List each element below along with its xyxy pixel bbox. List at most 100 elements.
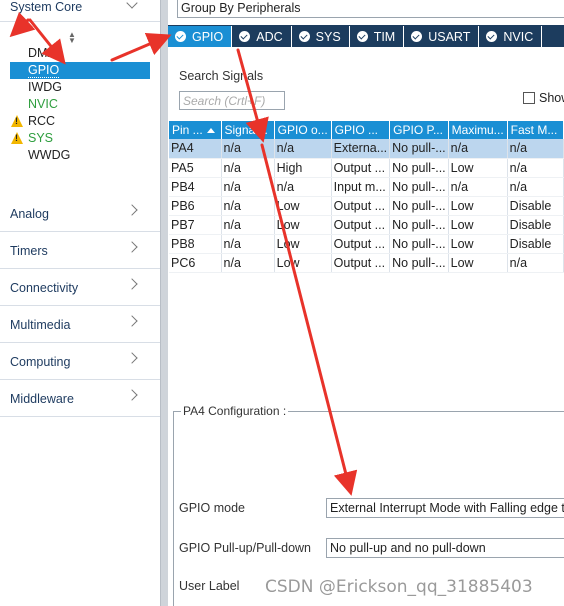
tab-label: SYS — [315, 29, 341, 44]
table-header-row: Pin ... Signal... GPIO o... GPIO ... GPI… — [169, 121, 564, 139]
table-cell: Low — [274, 215, 332, 235]
sidebar-item-label: NVIC — [28, 97, 58, 111]
column-header-gpio-output[interactable]: GPIO o... — [274, 121, 332, 139]
tab-sys[interactable]: SYS — [292, 26, 350, 47]
chevron-right-icon — [126, 315, 138, 327]
category-label: Connectivity — [10, 280, 79, 295]
chevron-right-icon — [126, 389, 138, 401]
table-cell: n/a — [507, 158, 564, 178]
table-cell: n/a — [507, 139, 564, 159]
category-computing[interactable]: Computing — [0, 344, 160, 380]
table-cell: n/a — [221, 196, 275, 216]
gpio-pull-dropdown[interactable]: No pull-up and no pull-down — [326, 538, 564, 558]
tab-label: ADC — [256, 29, 283, 44]
column-header-gpio-mode[interactable]: GPIO ... — [331, 121, 391, 139]
sidebar-item-wwdg[interactable]: WWDG — [10, 147, 150, 164]
tab-nvic[interactable]: NVIC — [479, 26, 543, 47]
table-cell: PB7 — [169, 215, 222, 235]
tab-adc[interactable]: ADC — [232, 26, 292, 47]
table-cell: Output ... — [331, 196, 391, 216]
table-cell: Output ... — [331, 158, 391, 178]
table-cell: PB6 — [169, 196, 222, 216]
category-analog[interactable]: Analog — [0, 196, 160, 232]
table-row[interactable]: PC6 n/a Low Output ... No pull-... Low n/a — [169, 253, 564, 273]
category-label: Analog — [10, 206, 49, 221]
category-multimedia[interactable]: Multimedia — [0, 307, 160, 343]
table-cell: No pull-... — [389, 139, 449, 159]
peripheral-tabbar: GPIO ADC SYS TIM USART NVIC — [168, 25, 564, 47]
gpio-mode-label: GPIO mode — [179, 501, 245, 515]
table-cell: No pull-... — [389, 177, 449, 197]
table-cell: Disable — [507, 196, 564, 216]
table-cell: Input m... — [331, 177, 391, 197]
table-row[interactable]: PB7 n/a Low Output ... No pull-... Low Disable — [169, 215, 564, 235]
category-connectivity[interactable]: Connectivity — [0, 270, 160, 306]
tab-label: NVIC — [503, 29, 534, 44]
sidebar-item-rcc[interactable]: RCC — [10, 113, 150, 130]
category-label: System Core — [10, 0, 83, 14]
table-cell: n/a — [448, 177, 508, 197]
sidebar-item-sys[interactable]: SYS — [10, 130, 150, 147]
check-circle-icon — [486, 31, 498, 42]
sidebar-item-label: SYS — [28, 131, 54, 145]
table-cell: Output ... — [331, 234, 391, 254]
sidebar-item-nvic[interactable]: NVIC — [10, 96, 150, 113]
table-cell: PC6 — [169, 253, 222, 273]
search-input[interactable] — [179, 91, 285, 110]
group-by-dropdown[interactable]: Group By Peripherals — [177, 0, 564, 18]
category-system-core[interactable]: System Core — [0, 0, 160, 22]
sidebar-item-iwdg[interactable]: IWDG — [10, 79, 150, 96]
panel-splitter[interactable] — [160, 0, 168, 606]
table-cell: PB8 — [169, 234, 222, 254]
gpio-mode-dropdown[interactable]: External Interrupt Mode with Falling edg… — [326, 498, 564, 518]
sidebar-item-gpio[interactable]: GPIO — [10, 62, 150, 79]
sidebar-item-label: DMA — [28, 46, 56, 60]
table-cell: Low — [448, 253, 508, 273]
sidebar-item-label: WWDG — [28, 148, 71, 162]
table-cell: n/a — [221, 215, 275, 235]
table-cell: No pull-... — [389, 215, 449, 235]
table-cell: n/a — [221, 158, 275, 178]
gpio-pull-label: GPIO Pull-up/Pull-down — [179, 541, 312, 555]
category-middleware[interactable]: Middleware — [0, 381, 160, 417]
tab-tim[interactable]: TIM — [350, 26, 405, 47]
tab-usart[interactable]: USART — [404, 26, 480, 47]
show-checkbox[interactable] — [523, 92, 535, 104]
table-cell: n/a — [274, 139, 332, 159]
column-header-max-speed[interactable]: Maximu... — [448, 121, 508, 139]
check-circle-icon — [239, 31, 251, 42]
category-timers[interactable]: Timers — [0, 233, 160, 269]
check-circle-icon — [175, 31, 186, 42]
table-cell: Low — [274, 196, 332, 216]
tab-label: GPIO — [192, 29, 224, 44]
show-label: Show — [539, 91, 564, 105]
warning-icon — [11, 132, 23, 144]
table-row[interactable]: PB4 n/a n/a Input m... No pull-... n/a n/a — [169, 177, 564, 197]
table-cell: Output ... — [331, 253, 391, 273]
table-row[interactable]: PB6 n/a Low Output ... No pull-... Low Disable — [169, 196, 564, 216]
chevron-down-icon — [126, 0, 138, 9]
table-row[interactable]: PB8 n/a Low Output ... No pull-... Low Disable — [169, 234, 564, 254]
table-cell: No pull-... — [389, 158, 449, 178]
config-title: PA4 Configuration : — [181, 404, 289, 418]
sidebar-item-label: GPIO — [28, 63, 60, 78]
check-circle-icon — [298, 31, 310, 42]
search-signals-label: Search Signals — [179, 69, 264, 83]
table-row[interactable]: PA5 n/a High Output ... No pull-... Low n/a — [169, 158, 564, 178]
table-row[interactable]: PA4 n/a n/a Externa... No pull-... n/a n/a — [169, 139, 564, 159]
table-cell: n/a — [507, 253, 564, 273]
column-header-signal[interactable]: Signal... — [221, 121, 275, 139]
tab-gpio[interactable]: GPIO — [168, 26, 233, 47]
user-label-label: User Label — [179, 579, 240, 593]
sort-arrows-icon[interactable]: ▲ ▼ — [68, 31, 76, 45]
column-header-fast-mode[interactable]: Fast M... — [507, 121, 564, 139]
sidebar-item-dma[interactable]: DMA — [10, 45, 150, 62]
chevron-right-icon — [126, 352, 138, 364]
main-panel: Group By Peripherals GPIO ADC SYS TIM US… — [168, 0, 564, 606]
table-cell: n/a — [507, 177, 564, 197]
column-header-gpio-pull[interactable]: GPIO P... — [389, 121, 449, 139]
sidebar-item-label: IWDG — [28, 80, 63, 94]
table-cell: Low — [448, 215, 508, 235]
tab-label: USART — [428, 29, 471, 44]
column-header-pin[interactable]: Pin ... — [169, 121, 222, 139]
